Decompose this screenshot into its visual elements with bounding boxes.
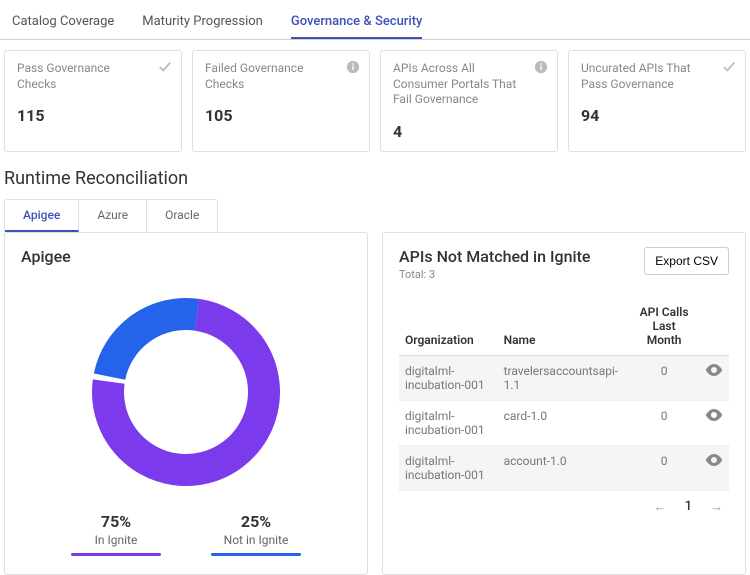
check-icon xyxy=(721,59,737,75)
cell-name: card-1.0 xyxy=(498,400,630,445)
legend-label: Not in Ignite xyxy=(211,533,301,547)
export-csv-button[interactable]: Export CSV xyxy=(644,247,729,275)
legend-label: In Ignite xyxy=(71,533,161,547)
stat-title: Uncurated APIs That Pass Governance xyxy=(581,61,733,92)
cell-org: digitalml-incubation-001 xyxy=(399,400,498,445)
stat-portals-fail: APIs Across All Consumer Portals That Fa… xyxy=(380,50,558,152)
stats-row: Pass Governance Checks 115 Failed Govern… xyxy=(0,40,750,162)
cell-name: account-1.0 xyxy=(498,445,630,490)
panel-title: Apigee xyxy=(21,247,351,266)
panel-apigee-chart: Apigee 75% In Ignite 25% Not in Ignite xyxy=(4,232,368,575)
pagination: ← 1 → xyxy=(399,491,729,515)
page-current: 1 xyxy=(685,499,692,514)
check-icon xyxy=(157,59,173,75)
cell-calls: 0 xyxy=(629,400,699,445)
stat-value: 105 xyxy=(205,106,357,125)
table-row: digitalml-incubation-001 account-1.0 0 xyxy=(399,445,729,490)
page-next-button[interactable]: → xyxy=(710,499,723,515)
stat-title: Pass Governance Checks xyxy=(17,61,169,92)
legend-pct: 75% xyxy=(71,512,161,531)
section-heading: Runtime Reconciliation xyxy=(0,162,750,199)
panel-not-matched: APIs Not Matched in Ignite Total: 3 Expo… xyxy=(382,232,746,575)
stat-uncurated-pass: Uncurated APIs That Pass Governance 94 xyxy=(568,50,746,152)
stat-failed-governance: Failed Governance Checks 105 xyxy=(192,50,370,152)
stat-pass-governance: Pass Governance Checks 115 xyxy=(4,50,182,152)
table-row: digitalml-incubation-001 travelersaccoun… xyxy=(399,355,729,400)
col-api-calls[interactable]: API Calls Last Month xyxy=(629,299,699,356)
legend-in-ignite: 75% In Ignite xyxy=(61,512,171,556)
cell-name: travelersaccountsapi-1.1 xyxy=(498,355,630,400)
tab-azure[interactable]: Azure xyxy=(79,200,147,232)
page-prev-button[interactable]: ← xyxy=(654,499,667,515)
legend-swatch xyxy=(211,553,301,556)
cell-calls: 0 xyxy=(629,445,699,490)
stat-title: Failed Governance Checks xyxy=(205,61,357,92)
col-name[interactable]: Name xyxy=(498,299,630,356)
panel-subtotal: Total: 3 xyxy=(399,268,591,281)
col-organization[interactable]: Organization xyxy=(399,299,498,356)
stat-title: APIs Across All Consumer Portals That Fa… xyxy=(393,61,545,108)
legend-pct: 25% xyxy=(211,512,301,531)
stat-value: 115 xyxy=(17,106,169,125)
panel-title: APIs Not Matched in Ignite xyxy=(399,247,591,266)
top-tabs: Catalog Coverage Maturity Progression Go… xyxy=(0,0,750,40)
table-row: digitalml-incubation-001 card-1.0 0 xyxy=(399,400,729,445)
tab-maturity-progression[interactable]: Maturity Progression xyxy=(142,8,263,39)
stat-value: 94 xyxy=(581,106,733,125)
cell-org: digitalml-incubation-001 xyxy=(399,355,498,400)
api-table: Organization Name API Calls Last Month d… xyxy=(399,299,729,491)
eye-icon[interactable] xyxy=(705,364,723,376)
col-actions xyxy=(699,299,729,356)
cell-calls: 0 xyxy=(629,355,699,400)
legend-swatch xyxy=(71,553,161,556)
legend-not-in-ignite: 25% Not in Ignite xyxy=(201,512,311,556)
chart-legend: 75% In Ignite 25% Not in Ignite xyxy=(21,512,351,556)
donut-chart xyxy=(21,278,351,512)
tab-catalog-coverage[interactable]: Catalog Coverage xyxy=(12,8,114,39)
info-icon xyxy=(533,59,549,75)
info-icon xyxy=(345,59,361,75)
stat-value: 4 xyxy=(393,122,545,141)
tab-apigee[interactable]: Apigee xyxy=(5,200,79,232)
tab-governance-security[interactable]: Governance & Security xyxy=(291,8,423,39)
source-tabs: Apigee Azure Oracle xyxy=(4,199,218,232)
eye-icon[interactable] xyxy=(705,409,723,421)
tab-oracle[interactable]: Oracle xyxy=(147,200,217,232)
eye-icon[interactable] xyxy=(705,454,723,466)
cell-org: digitalml-incubation-001 xyxy=(399,445,498,490)
